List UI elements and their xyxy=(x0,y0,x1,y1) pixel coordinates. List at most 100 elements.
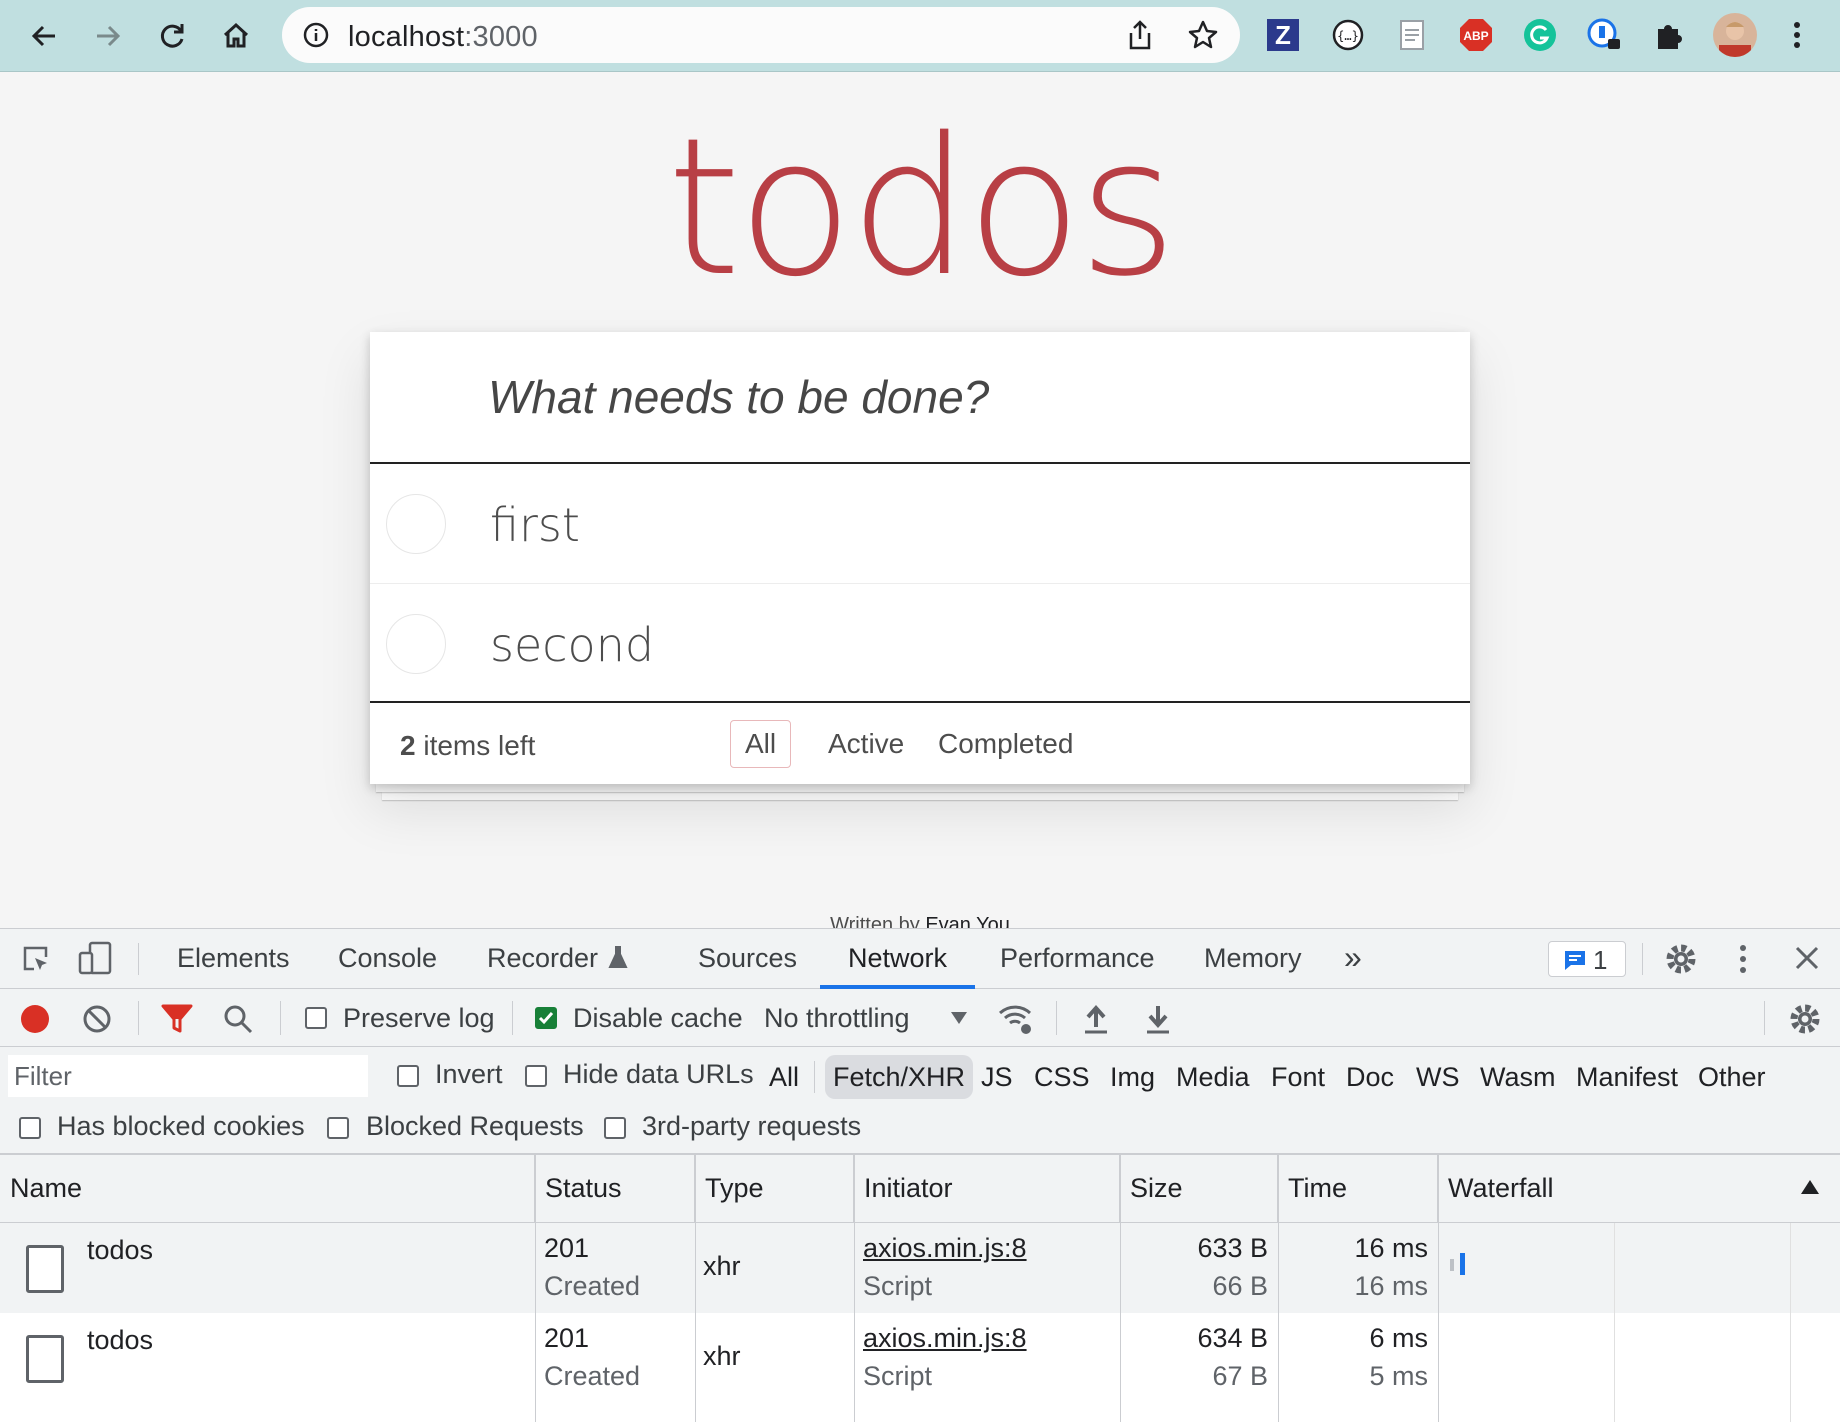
type-filter-wasm[interactable]: Wasm xyxy=(1474,1055,1562,1099)
disable-cache-checkbox[interactable] xyxy=(535,1007,557,1029)
zotero-label: Z xyxy=(1267,19,1299,51)
hide-data-urls-checkbox[interactable] xyxy=(525,1065,547,1087)
type-filter-font[interactable]: Font xyxy=(1265,1055,1331,1099)
type-filter-js[interactable]: JS xyxy=(975,1055,1019,1099)
todo-toggle-checkbox[interactable] xyxy=(386,494,446,554)
back-arrow-icon xyxy=(31,25,55,47)
preserve-log-checkbox[interactable] xyxy=(305,1007,327,1029)
todo-toggle-checkbox[interactable] xyxy=(386,614,446,674)
issues-badge[interactable]: 1 xyxy=(1548,941,1626,977)
tab-performance[interactable]: Performance xyxy=(1000,943,1155,974)
type-filter-other[interactable]: Other xyxy=(1692,1055,1772,1099)
filter-active[interactable]: Active xyxy=(813,720,919,768)
dropdown-caret-icon[interactable] xyxy=(950,1011,968,1030)
column-divider xyxy=(695,1155,696,1422)
password-manager-icon[interactable] xyxy=(1585,16,1623,54)
zotero-icon[interactable]: Z xyxy=(1264,16,1302,54)
tab-network[interactable]: Network xyxy=(848,943,947,974)
address-bar[interactable]: localhost:3000 xyxy=(282,7,1240,63)
third-party-requests-checkbox[interactable] xyxy=(604,1117,626,1139)
column-divider xyxy=(1278,1155,1279,1422)
notes-icon[interactable] xyxy=(1393,16,1431,54)
type-filter-doc[interactable]: Doc xyxy=(1340,1055,1400,1099)
filter-all[interactable]: All xyxy=(730,720,792,768)
type-filter-fetch-xhr[interactable]: Fetch/XHR xyxy=(825,1055,974,1099)
invert-checkbox[interactable] xyxy=(397,1065,419,1087)
more-tabs-icon[interactable]: » xyxy=(1344,939,1362,976)
request-initiator-link[interactable]: axios.min.js:8 xyxy=(863,1323,1027,1354)
inspect-element-icon[interactable] xyxy=(20,943,52,980)
import-har-icon[interactable] xyxy=(1082,1003,1110,1040)
request-time: 16 ms xyxy=(1354,1233,1428,1263)
tab-memory[interactable]: Memory xyxy=(1204,943,1302,974)
waterfall-header-label: Waterfall xyxy=(1448,1173,1554,1203)
sort-ascending-icon xyxy=(1801,1180,1819,1194)
todo-item[interactable]: second xyxy=(370,584,1470,704)
toolbar-separator xyxy=(138,1001,139,1035)
json-viewer-icon[interactable]: {…} xyxy=(1329,16,1367,54)
table-row[interactable]: todos 201 Created xhr axios.min.js:8 Scr… xyxy=(0,1313,1840,1403)
reload-button[interactable] xyxy=(148,12,196,60)
throttling-select[interactable]: No throttling xyxy=(764,1003,910,1034)
type-filter-all[interactable]: All xyxy=(763,1055,805,1099)
close-devtools-icon[interactable] xyxy=(1794,945,1820,976)
filter-completed[interactable]: Completed xyxy=(923,720,1088,768)
column-header-status[interactable]: Status xyxy=(535,1155,695,1223)
request-status: 201 xyxy=(544,1323,590,1353)
bookmark-star-icon[interactable] xyxy=(1187,19,1219,56)
extensions-puzzle-icon[interactable] xyxy=(1649,16,1687,54)
new-todo-input[interactable] xyxy=(370,332,1470,464)
column-header-time[interactable]: Time xyxy=(1278,1155,1438,1223)
has-blocked-cookies-checkbox[interactable] xyxy=(19,1117,41,1139)
back-button[interactable] xyxy=(20,12,68,60)
toolbar-separator xyxy=(280,1001,281,1035)
tab-sources[interactable]: Sources xyxy=(698,943,797,974)
url-text: localhost:3000 xyxy=(348,21,538,54)
network-conditions-icon[interactable] xyxy=(996,1001,1036,1042)
table-row[interactable]: todos 201 Created xhr axios.min.js:8 Scr… xyxy=(0,1223,1840,1313)
devtools-settings-icon[interactable] xyxy=(1664,942,1698,981)
column-header-name[interactable]: Name xyxy=(0,1155,535,1223)
type-filter-manifest[interactable]: Manifest xyxy=(1570,1055,1684,1099)
request-initiator-link[interactable]: axios.min.js:8 xyxy=(863,1233,1027,1264)
device-toolbar-icon[interactable] xyxy=(78,941,114,980)
column-header-size[interactable]: Size xyxy=(1120,1155,1278,1223)
tab-console[interactable]: Console xyxy=(338,943,437,974)
info-author-link[interactable]: Evan You xyxy=(925,914,1010,928)
column-header-initiator[interactable]: Initiator xyxy=(854,1155,1120,1223)
home-button[interactable] xyxy=(212,12,260,60)
record-icon[interactable] xyxy=(20,1004,50,1039)
blocked-requests-checkbox[interactable] xyxy=(327,1117,349,1139)
search-icon[interactable] xyxy=(222,1003,254,1040)
devtools-tab-bar: Elements Console Recorder Sources Networ… xyxy=(0,929,1840,989)
grammarly-icon[interactable] xyxy=(1521,16,1559,54)
type-filter-css[interactable]: CSS xyxy=(1028,1055,1096,1099)
type-filter-media[interactable]: Media xyxy=(1170,1055,1256,1099)
network-settings-icon[interactable] xyxy=(1788,1002,1822,1041)
devtools-menu-icon[interactable] xyxy=(1738,943,1748,980)
items-left-count: 2 items left xyxy=(400,730,535,762)
request-time: 6 ms xyxy=(1369,1323,1428,1353)
filter-funnel-icon[interactable] xyxy=(160,1003,194,1040)
request-size: 634 B xyxy=(1197,1323,1268,1353)
url-host: localhost xyxy=(348,21,465,53)
type-filter-ws[interactable]: WS xyxy=(1410,1055,1466,1099)
forward-button[interactable] xyxy=(84,12,132,60)
clear-icon[interactable] xyxy=(82,1004,112,1039)
browser-menu-icon[interactable] xyxy=(1778,16,1816,54)
adblock-plus-icon[interactable]: ABP xyxy=(1457,16,1495,54)
type-filter-img[interactable]: Img xyxy=(1104,1055,1161,1099)
tab-elements[interactable]: Elements xyxy=(177,943,290,974)
tab-recorder[interactable]: Recorder xyxy=(487,943,598,974)
site-info-icon[interactable] xyxy=(302,21,330,54)
request-document-icon xyxy=(26,1335,64,1383)
column-header-type[interactable]: Type xyxy=(695,1155,854,1223)
waterfall-bar xyxy=(1460,1253,1465,1275)
todo-item[interactable]: first xyxy=(370,464,1470,584)
share-icon[interactable] xyxy=(1125,19,1155,56)
filter-input[interactable] xyxy=(8,1055,368,1097)
invert-label: Invert xyxy=(435,1059,503,1089)
column-header-waterfall[interactable]: Waterfall xyxy=(1438,1155,1840,1223)
export-har-icon[interactable] xyxy=(1144,1003,1172,1040)
profile-avatar[interactable] xyxy=(1713,13,1757,57)
